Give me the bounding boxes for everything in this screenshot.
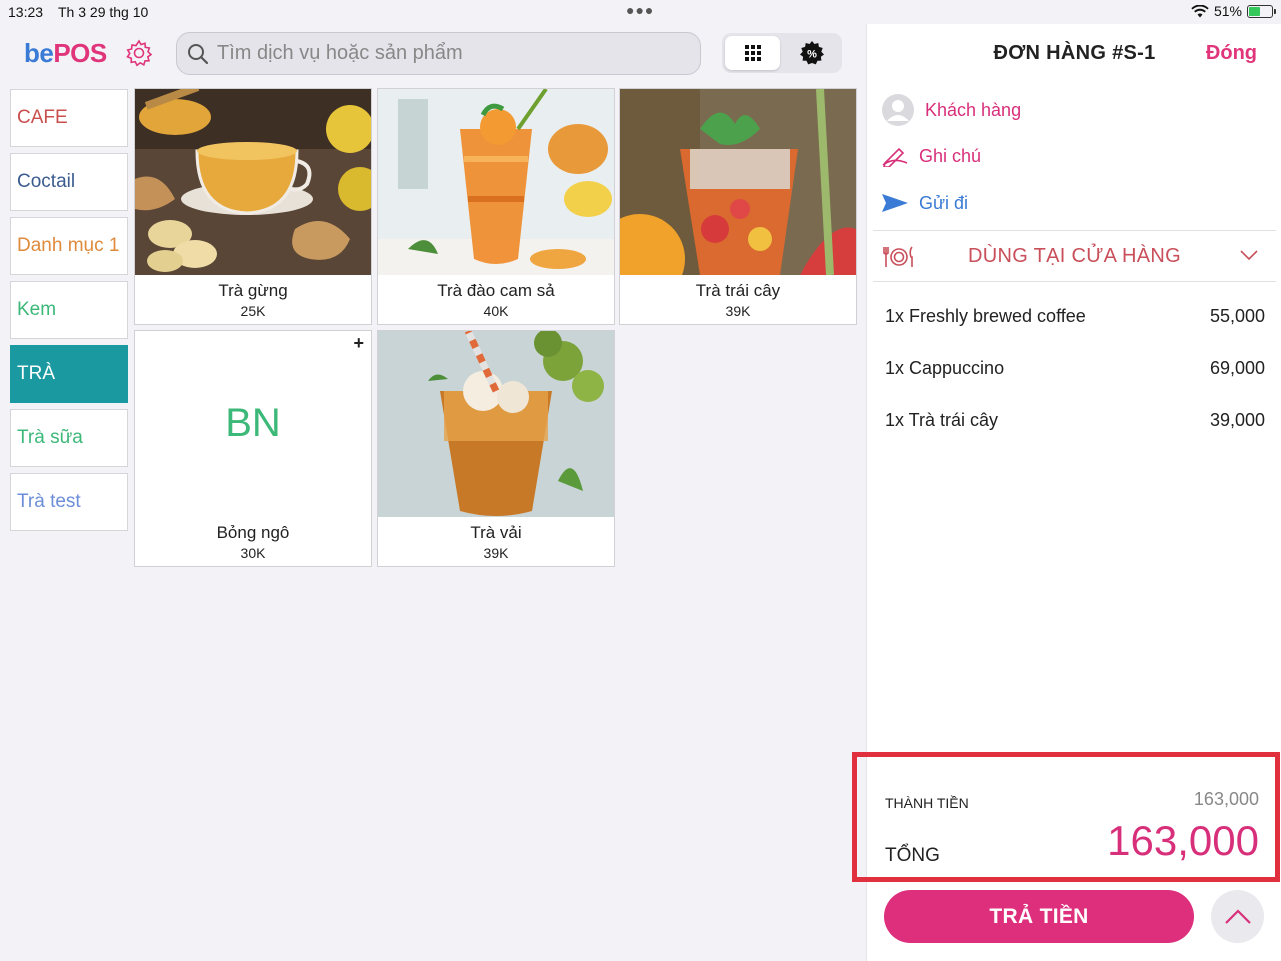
product-name: Trà gừng bbox=[218, 281, 288, 300]
order-line-label: 1x Cappuccino bbox=[885, 357, 1005, 378]
pencil-note-icon bbox=[882, 147, 908, 167]
dining-option-label: DÙNG TẠI CỬA HÀNG bbox=[968, 244, 1181, 267]
send-label: Gửi đi bbox=[919, 192, 969, 213]
order-summary-highlight: THÀNH TIỀN 163,000 TỔNG 163,000 bbox=[852, 752, 1280, 882]
order-panel: ĐƠN HÀNG #S-1 Đóng Khách hàng Ghi chú Gử… bbox=[852, 24, 1281, 961]
discount-button[interactable]: % bbox=[784, 36, 839, 70]
product-card-tra-trai-cay[interactable]: Trà trái cây 39K bbox=[619, 88, 857, 325]
product-card-bong-ngo[interactable]: + BN Bỏng ngô 30K bbox=[134, 330, 372, 567]
subtotal-label: THÀNH TIỀN bbox=[885, 795, 969, 811]
note-row[interactable]: Ghi chú bbox=[881, 138, 981, 174]
category-cafe[interactable]: CAFE bbox=[10, 89, 128, 147]
order-line-list: 1x Freshly brewed coffee 55,000 1x Cappu… bbox=[885, 290, 1265, 446]
dining-option-selector[interactable]: DÙNG TẠI CỬA HÀNG bbox=[873, 230, 1276, 282]
status-time: 13:23 bbox=[8, 4, 44, 20]
product-price: 39K bbox=[483, 545, 509, 561]
category-danh-muc-1[interactable]: Danh mục 1 bbox=[10, 217, 128, 275]
product-card-tra-gung[interactable]: Trà gừng 25K bbox=[134, 88, 372, 325]
product-name: Bỏng ngô bbox=[216, 523, 290, 542]
category-list: CAFE Coctail Danh mục 1 Kem TRÀ Trà sữa … bbox=[10, 89, 128, 537]
subtotal-value: 163,000 bbox=[1193, 789, 1259, 809]
product-card-tra-dao-cam-sa[interactable]: Trà đào cam sả 40K bbox=[377, 88, 615, 325]
wifi-icon bbox=[1191, 4, 1209, 17]
total-label: TỔNG bbox=[885, 845, 940, 866]
search-input[interactable] bbox=[217, 42, 677, 65]
add-icon[interactable]: + bbox=[353, 333, 364, 354]
category-kem[interactable]: Kem bbox=[10, 281, 128, 339]
bepos-logo: bePOS bbox=[24, 38, 107, 68]
user-avatar-icon bbox=[882, 94, 914, 126]
ginger-tea-photo bbox=[135, 89, 371, 275]
total-value: 163,000 bbox=[1107, 817, 1259, 864]
grid-icon bbox=[744, 45, 761, 61]
order-line[interactable]: 1x Cappuccino 69,000 bbox=[885, 342, 1265, 394]
send-plane-icon bbox=[882, 194, 908, 212]
product-card-tra-vai[interactable]: Trà vải 39K bbox=[377, 330, 615, 567]
order-line-amount: 69,000 bbox=[1209, 357, 1265, 378]
order-line-amount: 39,000 bbox=[1209, 409, 1265, 430]
order-line-label: 1x Trà trái cây bbox=[885, 409, 999, 430]
discount-badge-icon: % bbox=[799, 41, 824, 65]
settings-gear-icon[interactable] bbox=[124, 38, 154, 68]
expand-summary-button[interactable] bbox=[1211, 890, 1264, 943]
product-price: 25K bbox=[240, 303, 266, 319]
product-name: Trà đào cam sả bbox=[437, 281, 555, 300]
category-tra-sua[interactable]: Trà sữa bbox=[10, 409, 128, 467]
search-bar[interactable] bbox=[176, 32, 701, 75]
product-name: Trà trái cây bbox=[695, 281, 781, 300]
fruit-tea-photo bbox=[620, 89, 856, 275]
grid-view-button[interactable] bbox=[725, 36, 780, 70]
order-line-label: 1x Freshly brewed coffee bbox=[885, 305, 1086, 326]
order-line-amount: 55,000 bbox=[1209, 305, 1265, 326]
multitasking-dots-icon[interactable]: ●●● bbox=[626, 2, 654, 18]
product-price: 40K bbox=[483, 303, 509, 319]
svg-text:%: % bbox=[807, 49, 817, 61]
send-row[interactable]: Gửi đi bbox=[881, 185, 968, 221]
close-order-button[interactable]: Đóng bbox=[1206, 42, 1257, 65]
status-indicators: 51% bbox=[1191, 3, 1276, 19]
product-panel: bePOS % bbox=[0, 24, 866, 961]
status-date: Th 3 29 thg 10 bbox=[58, 4, 149, 20]
category-tra[interactable]: TRÀ bbox=[10, 345, 128, 403]
note-label: Ghi chú bbox=[919, 145, 982, 166]
lychee-tea-photo bbox=[378, 331, 614, 517]
product-price: 39K bbox=[725, 303, 751, 319]
pay-button[interactable]: TRẢ TIỀN bbox=[884, 890, 1194, 943]
battery-percent: 51% bbox=[1213, 3, 1242, 19]
battery-icon bbox=[1247, 4, 1276, 18]
product-price: 30K bbox=[240, 545, 266, 561]
category-tra-test[interactable]: Trà test bbox=[10, 473, 128, 531]
product-name: Trà vải bbox=[470, 523, 522, 542]
chevron-up-icon bbox=[1224, 908, 1251, 924]
view-toggle: % bbox=[722, 33, 842, 73]
peach-orange-tea-photo bbox=[378, 89, 614, 275]
search-icon bbox=[188, 43, 209, 64]
category-coctail[interactable]: Coctail bbox=[10, 153, 128, 211]
chevron-down-icon bbox=[1240, 250, 1258, 261]
customer-label: Khách hàng bbox=[925, 99, 1022, 120]
status-bar: 13:23 Th 3 29 thg 10 ●●● 51% bbox=[0, 0, 1281, 24]
customer-row[interactable]: Khách hàng bbox=[881, 92, 1021, 128]
order-line[interactable]: 1x Trà trái cây 39,000 bbox=[885, 394, 1265, 446]
order-line[interactable]: 1x Freshly brewed coffee 55,000 bbox=[885, 290, 1265, 342]
product-initials: BN bbox=[225, 401, 281, 445]
